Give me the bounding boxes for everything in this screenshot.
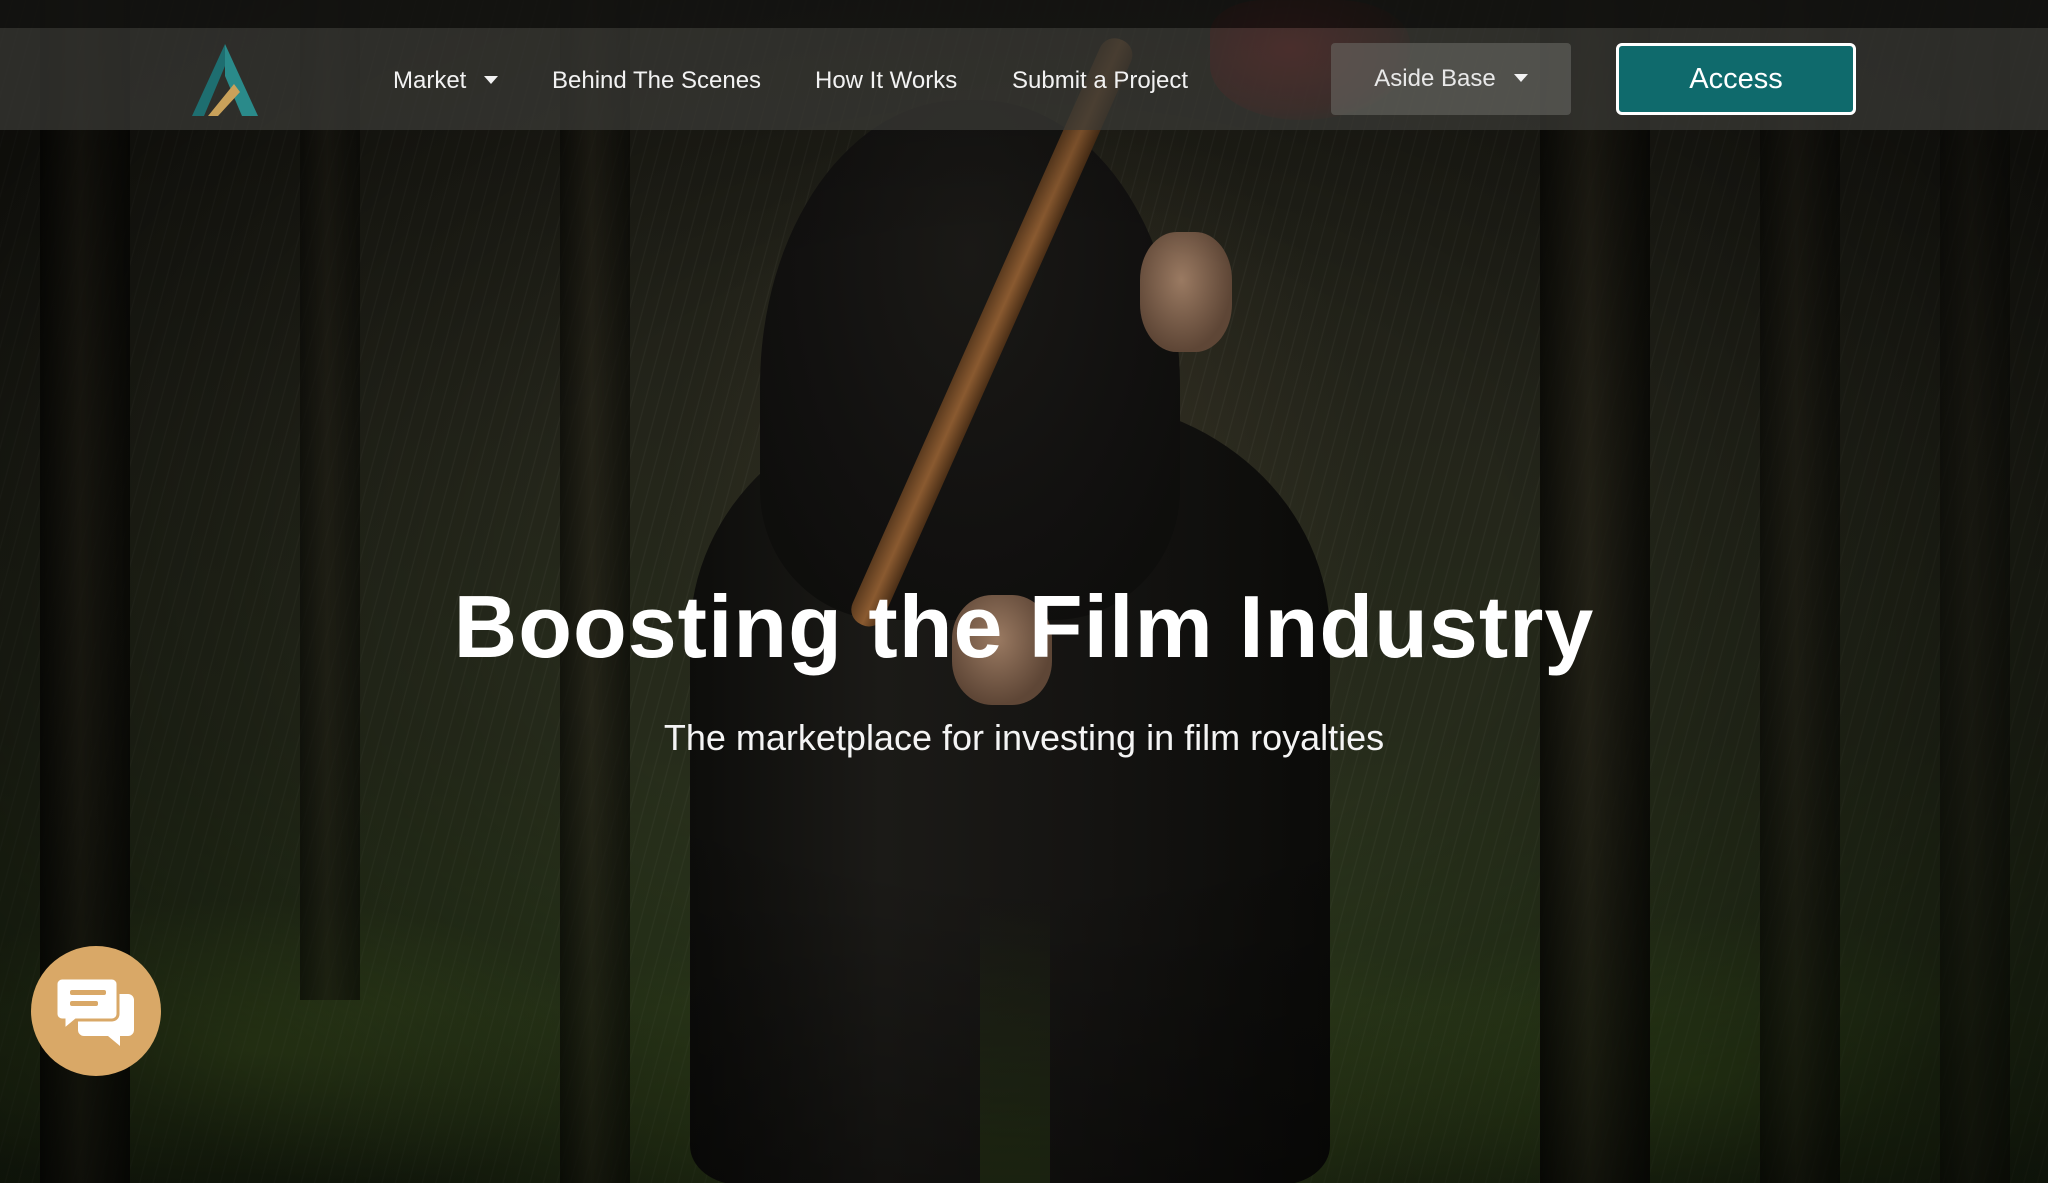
top-strip xyxy=(0,0,2048,28)
nav-behind-the-scenes-label: Behind The Scenes xyxy=(552,67,762,94)
access-button[interactable]: Access xyxy=(1616,43,1856,115)
nav-how-it-works[interactable]: How It Works xyxy=(815,62,957,100)
triangle-a-logo-icon xyxy=(192,44,258,116)
access-button-label: Access xyxy=(1689,63,1783,95)
chevron-down-icon xyxy=(484,75,499,84)
chat-widget-button[interactable] xyxy=(31,946,161,1076)
nav-market[interactable]: Market xyxy=(393,62,499,100)
nav-how-it-works-label: How It Works xyxy=(815,67,958,94)
nav-submit-a-project[interactable]: Submit a Project xyxy=(1012,62,1188,100)
chevron-down-icon xyxy=(1513,73,1528,82)
aside-base-dropdown[interactable]: Aside Base xyxy=(1331,43,1571,115)
hero-title: Boosting the Film Industry xyxy=(453,577,1595,676)
brand-logo[interactable] xyxy=(190,42,260,118)
landing-page: Market Behind The Scenes How It Works Su… xyxy=(0,0,2048,1185)
chat-bubbles-icon xyxy=(56,976,134,1046)
aside-base-label: Aside Base xyxy=(1374,65,1496,92)
nav-submit-a-project-label: Submit a Project xyxy=(1012,67,1189,94)
hero-subtitle: The marketplace for investing in film ro… xyxy=(663,717,1385,758)
nav-behind-the-scenes[interactable]: Behind The Scenes xyxy=(552,62,761,100)
nav-market-label: Market xyxy=(393,67,467,94)
